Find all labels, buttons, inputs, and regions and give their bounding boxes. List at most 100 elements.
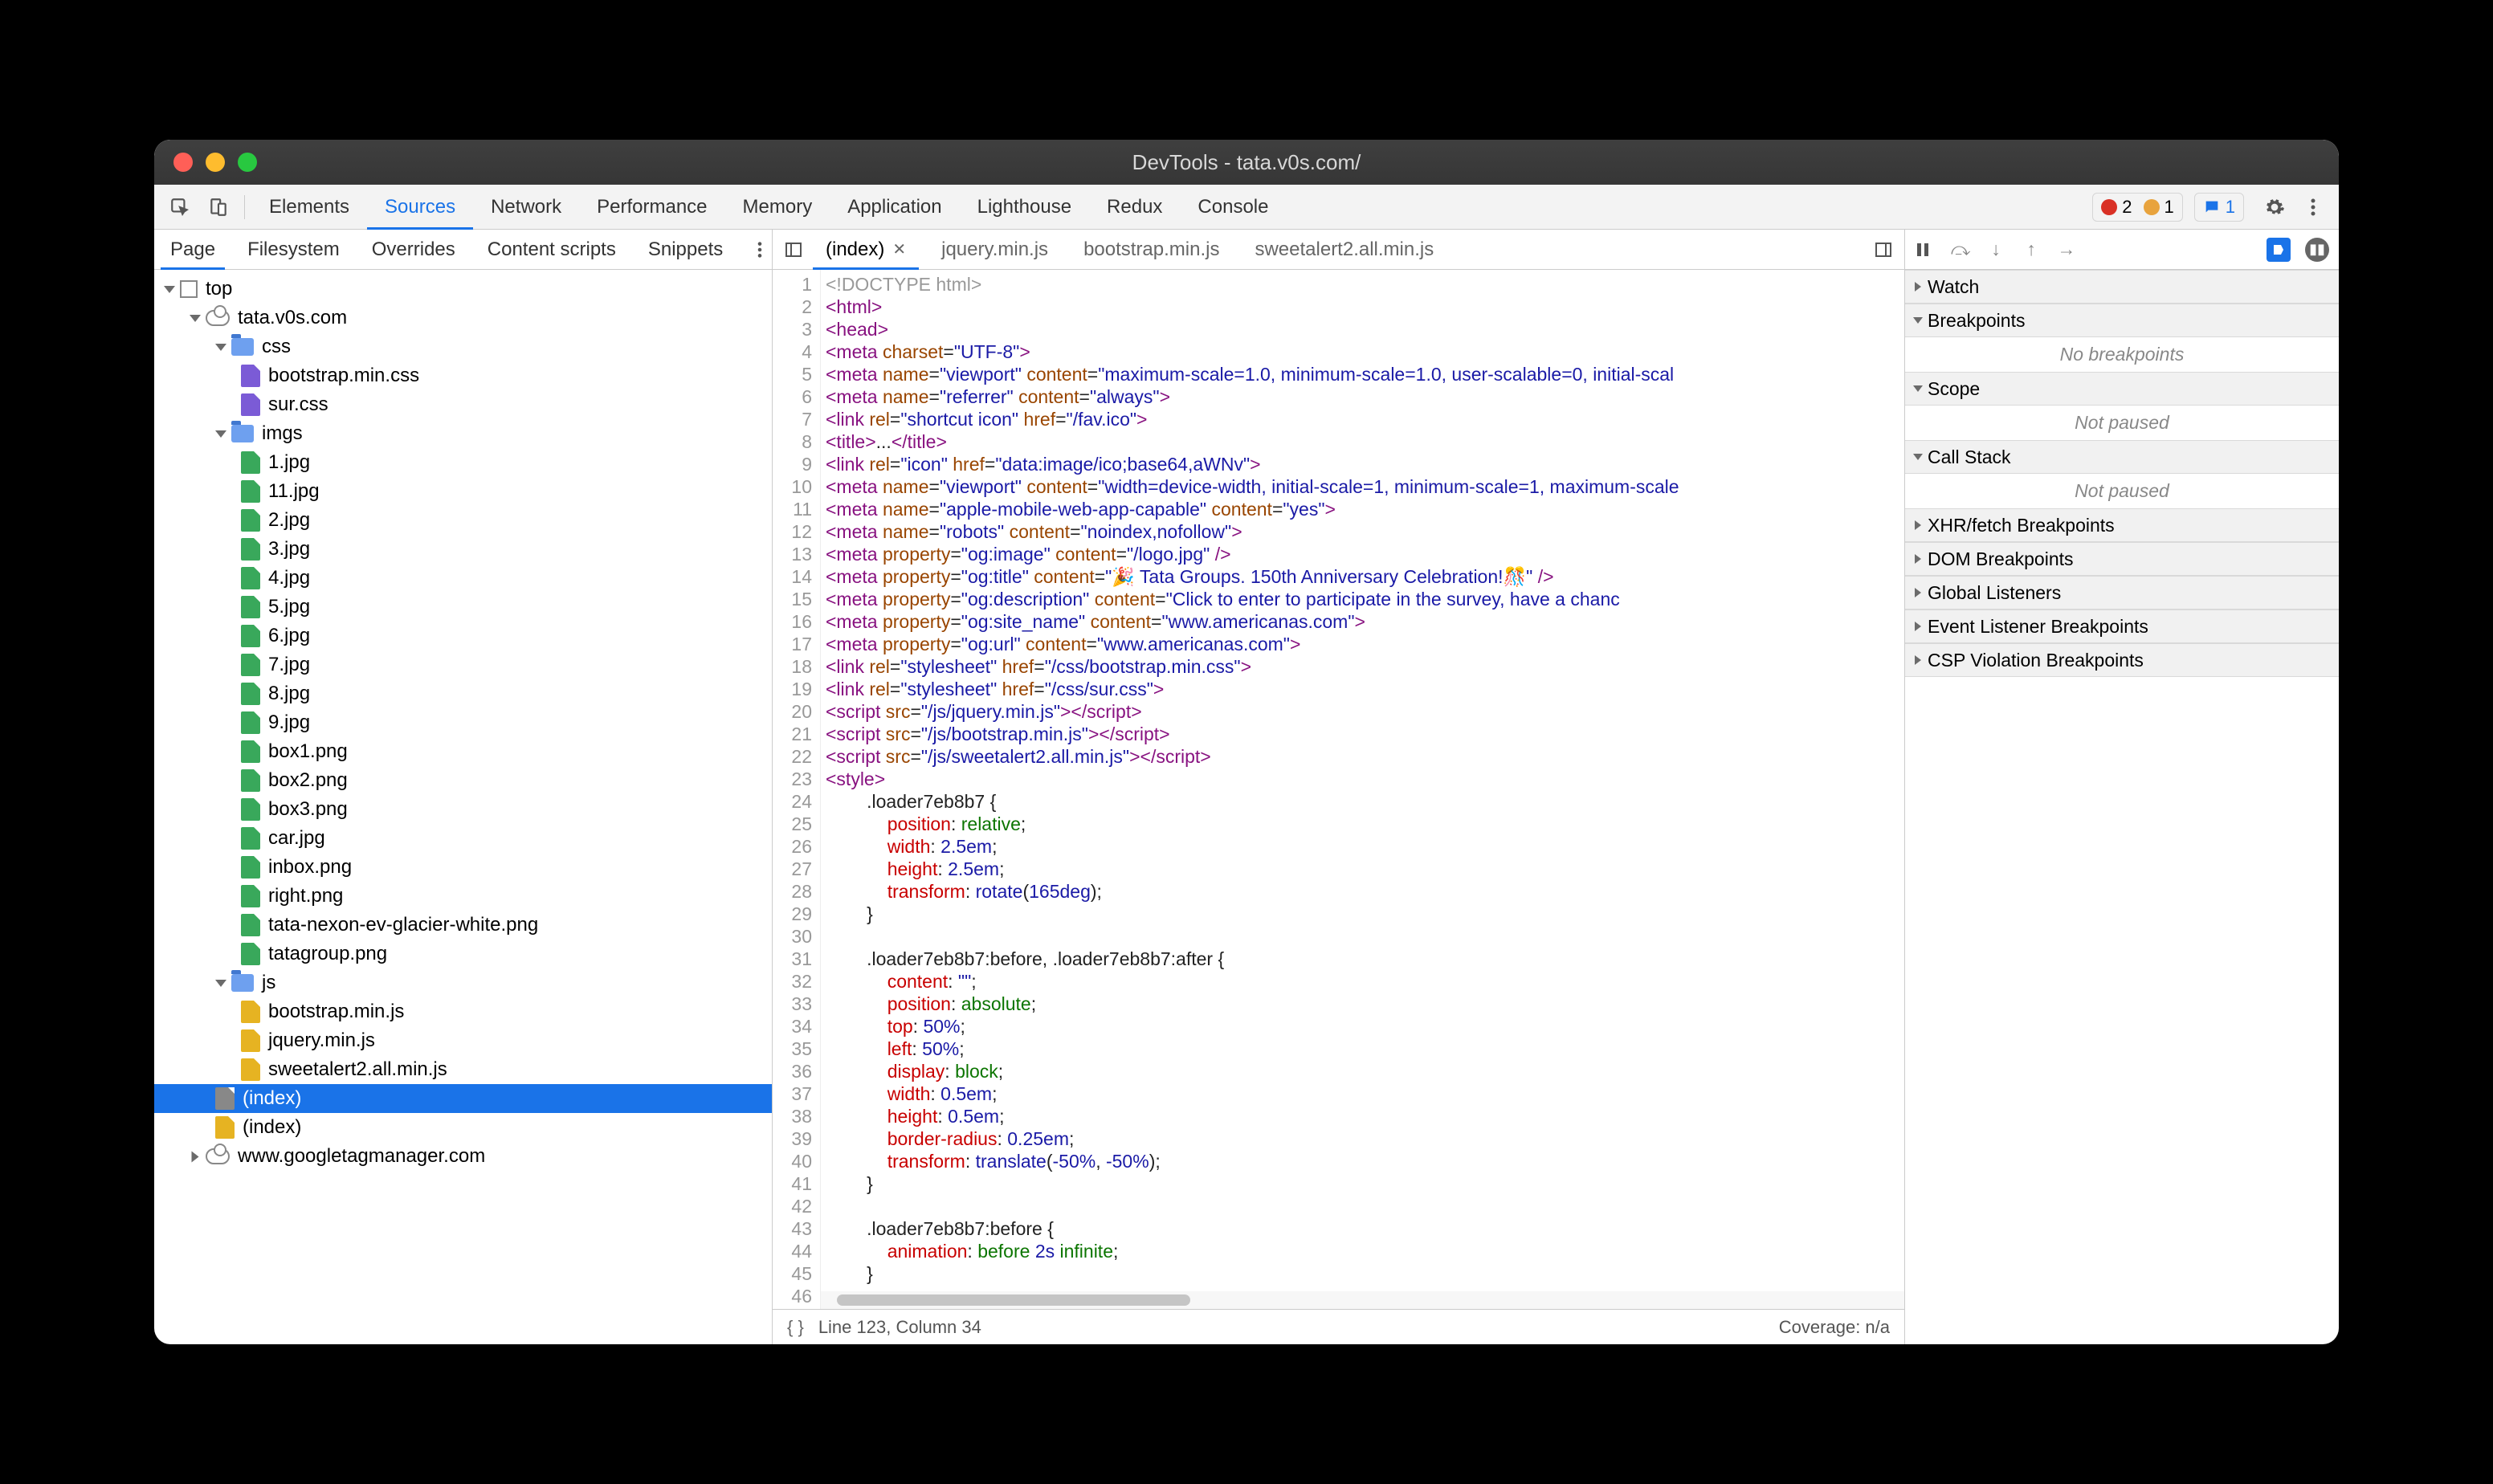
status-bar: { } Line 123, Column 34 Coverage: n/a: [773, 1309, 1904, 1344]
callstack-body: Not paused: [1905, 474, 2339, 508]
navtab-snippets[interactable]: Snippets: [632, 230, 739, 269]
section-dom[interactable]: DOM Breakpoints: [1905, 542, 2339, 576]
navigator-pane: PageFilesystemOverridesContent scriptsSn…: [154, 230, 773, 1344]
section-scope[interactable]: Scope: [1905, 372, 2339, 406]
tree-file[interactable]: inbox.png: [154, 853, 772, 882]
code-content[interactable]: <!DOCTYPE html><html><head><meta charset…: [821, 270, 1904, 1309]
tree-folder-css[interactable]: css: [154, 332, 772, 361]
tree-file[interactable]: box1.png: [154, 737, 772, 766]
step-into-icon[interactable]: ↓: [1985, 238, 2006, 260]
tree-file[interactable]: 6.jpg: [154, 622, 772, 650]
tree-file[interactable]: jquery.min.js: [154, 1026, 772, 1055]
horizontal-scrollbar[interactable]: [821, 1291, 1904, 1309]
error-icon: [2101, 199, 2117, 215]
step-over-icon[interactable]: ⤼: [1950, 238, 1971, 260]
navtab-overrides[interactable]: Overrides: [356, 230, 471, 269]
navtab-content-scripts[interactable]: Content scripts: [471, 230, 632, 269]
close-tab-icon[interactable]: ✕: [892, 239, 906, 259]
section-csp[interactable]: CSP Violation Breakpoints: [1905, 643, 2339, 677]
cursor-position: Line 123, Column 34: [818, 1317, 981, 1338]
tree-file[interactable]: 4.jpg: [154, 564, 772, 593]
section-global[interactable]: Global Listeners: [1905, 576, 2339, 610]
main-tabbar: ElementsSourcesNetworkPerformanceMemoryA…: [154, 185, 2339, 230]
step-icon[interactable]: →: [2056, 238, 2077, 260]
deactivate-breakpoints-icon[interactable]: [2267, 238, 2291, 262]
debugger-pane: ⤼ ↓ ↑ → ▮▮ Watch Breakpoints No breakpoi…: [1905, 230, 2339, 1344]
scope-body: Not paused: [1905, 406, 2339, 440]
braces-icon[interactable]: { }: [787, 1317, 804, 1338]
tab-performance[interactable]: Performance: [579, 185, 724, 229]
navtab-filesystem[interactable]: Filesystem: [231, 230, 356, 269]
tree-top[interactable]: top: [154, 275, 772, 304]
editor-tab[interactable]: (index) ✕: [808, 230, 924, 269]
code-editor[interactable]: 1234567891011121314151617181920212223242…: [773, 270, 1904, 1309]
toggle-debugger-icon[interactable]: [1869, 235, 1898, 264]
tree-file[interactable]: 1.jpg: [154, 448, 772, 477]
editor-tabbar: (index) ✕ jquery.min.js bootstrap.min.jsswe…: [773, 230, 1904, 270]
editor-tab-label: (index): [826, 238, 884, 261]
section-xhr[interactable]: XHR/fetch Breakpoints: [1905, 508, 2339, 542]
tree-domain-gtm[interactable]: www.googletagmanager.com: [154, 1142, 772, 1171]
issues-badge[interactable]: 2 1: [2092, 193, 2183, 222]
tree-file[interactable]: bootstrap.min.js: [154, 997, 772, 1026]
more-icon[interactable]: [2299, 193, 2328, 222]
pause-on-exceptions-icon[interactable]: ▮▮: [2305, 238, 2329, 262]
scrollbar-thumb[interactable]: [837, 1294, 1190, 1306]
breakpoints-body: No breakpoints: [1905, 337, 2339, 372]
tree-file-index2[interactable]: (index): [154, 1113, 772, 1142]
pause-icon[interactable]: [1915, 242, 1936, 258]
tree-file[interactable]: tata-nexon-ev-glacier-white.png: [154, 911, 772, 940]
tree-file[interactable]: sweetalert2.all.min.js: [154, 1055, 772, 1084]
tree-file[interactable]: bootstrap.min.css: [154, 361, 772, 390]
editor-tab[interactable]: jquery.min.js: [924, 230, 1066, 269]
inspect-icon[interactable]: [165, 193, 194, 222]
section-watch[interactable]: Watch: [1905, 270, 2339, 304]
section-breakpoints[interactable]: Breakpoints: [1905, 304, 2339, 337]
message-count: 1: [2226, 197, 2235, 218]
tree-file[interactable]: 3.jpg: [154, 535, 772, 564]
tree-domain[interactable]: tata.v0s.com: [154, 304, 772, 332]
editor-tab[interactable]: bootstrap.min.js: [1066, 230, 1237, 269]
tree-file[interactable]: 2.jpg: [154, 506, 772, 535]
message-icon: [2203, 198, 2221, 216]
devtools-window: DevTools - tata.v0s.com/ ElementsSources…: [154, 140, 2339, 1344]
tree-folder-imgs[interactable]: imgs: [154, 419, 772, 448]
tree-folder-js[interactable]: js: [154, 968, 772, 997]
tab-memory[interactable]: Memory: [725, 185, 830, 229]
tree-file[interactable]: 5.jpg: [154, 593, 772, 622]
navigator-more-icon[interactable]: [757, 241, 762, 259]
tab-console[interactable]: Console: [1180, 185, 1286, 229]
tree-file[interactable]: 11.jpg: [154, 477, 772, 506]
editor-tab-label: jquery.min.js: [941, 238, 1048, 261]
tree-file[interactable]: car.jpg: [154, 824, 772, 853]
tree-file[interactable]: tatagroup.png: [154, 940, 772, 968]
file-tree[interactable]: toptata.v0s.comcssbootstrap.min.csssur.c…: [154, 270, 772, 1344]
settings-icon[interactable]: [2260, 193, 2289, 222]
tree-file[interactable]: 9.jpg: [154, 708, 772, 737]
tree-file[interactable]: box2.png: [154, 766, 772, 795]
coverage-status: Coverage: n/a: [1779, 1317, 1890, 1338]
tab-lighthouse[interactable]: Lighthouse: [960, 185, 1089, 229]
section-callstack[interactable]: Call Stack: [1905, 440, 2339, 474]
section-event[interactable]: Event Listener Breakpoints: [1905, 610, 2339, 643]
tab-application[interactable]: Application: [830, 185, 959, 229]
editor-tab[interactable]: sweetalert2.all.min.js: [1237, 230, 1451, 269]
step-out-icon[interactable]: ↑: [2021, 238, 2042, 260]
navtab-page[interactable]: Page: [154, 230, 231, 269]
tab-elements[interactable]: Elements: [251, 185, 367, 229]
tree-file[interactable]: sur.css: [154, 390, 772, 419]
tab-sources[interactable]: Sources: [367, 185, 473, 229]
warning-count: 1: [2165, 197, 2174, 218]
tree-file-index[interactable]: (index): [154, 1084, 772, 1113]
tree-file[interactable]: 8.jpg: [154, 679, 772, 708]
tree-file[interactable]: 7.jpg: [154, 650, 772, 679]
message-badge[interactable]: 1: [2194, 193, 2244, 222]
tab-redux[interactable]: Redux: [1089, 185, 1180, 229]
tab-network[interactable]: Network: [473, 185, 579, 229]
device-toggle-icon[interactable]: [204, 193, 233, 222]
toggle-navigator-icon[interactable]: [779, 235, 808, 264]
editor-pane: (index) ✕ jquery.min.js bootstrap.min.jsswe…: [773, 230, 1905, 1344]
tree-file[interactable]: box3.png: [154, 795, 772, 824]
tree-file[interactable]: right.png: [154, 882, 772, 911]
line-gutter: 1234567891011121314151617181920212223242…: [773, 270, 821, 1309]
